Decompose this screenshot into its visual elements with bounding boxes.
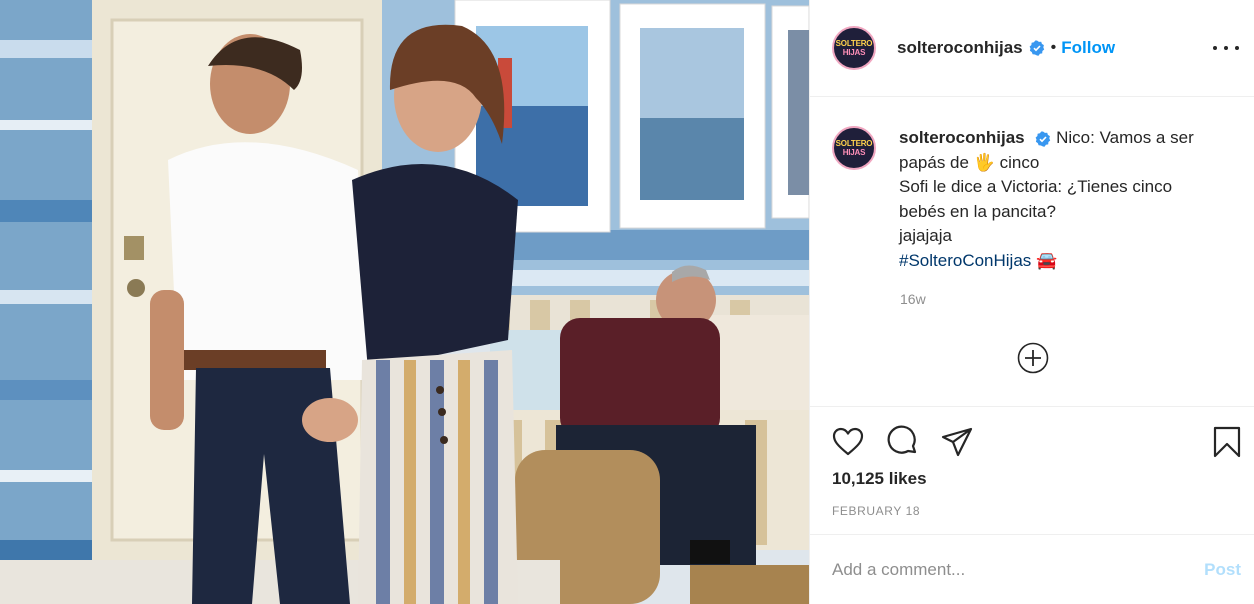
hashtag-link[interactable]: #SolteroConHijas [899, 251, 1031, 270]
post-photo[interactable] [0, 0, 809, 604]
caption-text: solteroconhijas Nico: Vamos a ser papás … [899, 126, 1194, 273]
more-options-icon[interactable] [1213, 38, 1239, 58]
caption-line-3: Sofi le dice a Victoria: ¿Tienes cinco [899, 177, 1173, 196]
post-header: SOLTERO HIJAS solteroconhijas • Follow [810, 0, 1254, 97]
header-username[interactable]: solteroconhijas [897, 38, 1023, 58]
post-details-panel: SOLTERO HIJAS solteroconhijas • Follow S… [809, 0, 1254, 604]
caption: SOLTERO HIJAS solteroconhijas Nico: Vamo… [832, 126, 1242, 273]
caption-avatar-text-bottom: HIJAS [842, 148, 866, 157]
caption-verified-badge-icon [1035, 131, 1051, 147]
comment-bubble-icon[interactable] [886, 425, 920, 459]
caption-avatar[interactable]: SOLTERO HIJAS [832, 126, 876, 170]
comment-bar: Post [810, 534, 1254, 604]
instagram-post: SOLTERO HIJAS solteroconhijas • Follow S… [0, 0, 1254, 604]
avatar[interactable]: SOLTERO HIJAS [832, 26, 876, 70]
caption-line-2a: papás de [899, 152, 969, 172]
post-photo-illustration [0, 0, 809, 604]
paper-plane-icon[interactable] [940, 425, 974, 459]
car-emoji: 🚘 [1036, 250, 1058, 270]
caption-line-5: jajajaja [899, 226, 952, 245]
bookmark-icon[interactable] [1210, 425, 1244, 459]
plus-circle-icon[interactable] [1017, 342, 1049, 374]
caption-username[interactable]: solteroconhijas [899, 128, 1025, 147]
header-separator: • [1050, 39, 1057, 56]
hand-emoji: 🖐 [973, 152, 995, 172]
comment-input[interactable] [832, 559, 1205, 580]
time-ago[interactable]: 16w [900, 291, 926, 307]
follow-button[interactable]: Follow [1061, 38, 1115, 58]
caption-line-4: bebés en la pancita? [899, 201, 1056, 221]
avatar-text-bottom: HIJAS [842, 48, 866, 57]
post-date[interactable]: FEBRUARY 18 [832, 504, 920, 518]
likes-count[interactable]: 10,125 likes [832, 469, 927, 489]
caption-line-2b: cinco [999, 152, 1040, 172]
post-comment-button[interactable]: Post [1204, 560, 1241, 580]
action-bar: 10,125 likes FEBRUARY 18 [810, 406, 1254, 534]
caption-avatar-text-top: SOLTERO [835, 139, 873, 148]
verified-badge-icon [1029, 40, 1044, 56]
caption-line-1: Nico: Vamos a ser [1056, 128, 1194, 147]
avatar-text-top: SOLTERO [835, 39, 873, 48]
heart-icon[interactable] [831, 425, 865, 459]
